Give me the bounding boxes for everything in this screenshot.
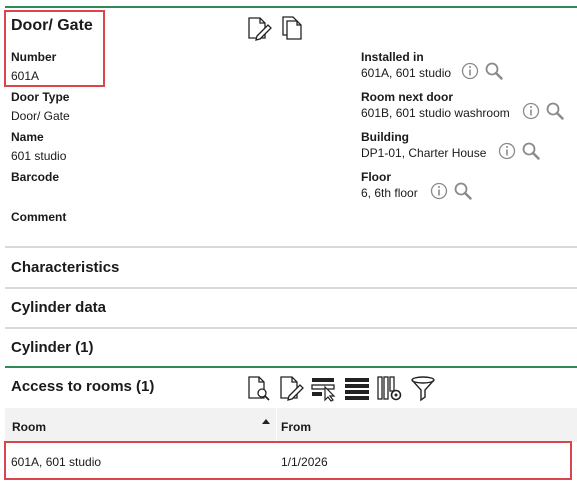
field-value-door-type: Door/ Gate [11,109,70,123]
column-header-from[interactable]: From [281,420,311,434]
list-view-icon[interactable] [344,374,370,402]
field-value-installed-in: 601A, 601 studio [361,66,452,80]
sort-ascending-icon[interactable] [261,412,271,430]
section-divider-green [5,366,577,368]
copy-icon[interactable] [281,15,303,41]
top-divider [5,6,577,8]
field-row-room-next-door: 601B, 601 studio washroom [361,102,564,125]
column-header-room[interactable]: Room [12,420,46,434]
section-characteristics[interactable]: Characteristics [11,259,119,276]
search-icon[interactable] [546,102,564,125]
divider [5,327,577,329]
field-row-installed-in: 601A, 601 studio [361,62,503,85]
field-label-building: Building [361,130,409,144]
field-value-room-next-door: 601B, 601 studio washroom [361,106,510,120]
divider [5,246,577,248]
field-value-building: DP1-01, Charter House [361,146,487,160]
field-value-name: 601 studio [11,149,67,163]
field-label-door-type: Door Type [11,90,70,104]
field-label-comment: Comment [11,210,67,224]
column-separator [276,408,277,442]
field-label-number: Number [11,50,57,64]
field-label-room-next-door: Room next door [361,90,453,104]
search-icon[interactable] [454,182,472,205]
select-row-icon[interactable] [310,374,338,402]
divider [5,287,577,289]
info-icon[interactable] [461,62,479,85]
field-label-installed-in: Installed in [361,50,424,64]
view-details-icon[interactable] [246,374,272,402]
access-toolbar [246,374,442,402]
field-label-name: Name [11,130,44,144]
info-icon[interactable] [430,182,448,205]
field-label-barcode: Barcode [11,170,60,184]
field-value-floor: 6, 6th floor [361,186,418,200]
section-cylinder-data[interactable]: Cylinder data [11,299,106,316]
field-row-floor: 6, 6th floor [361,182,472,205]
filter-icon[interactable] [410,374,436,402]
search-icon[interactable] [485,62,503,85]
highlight-box-row [4,441,572,480]
info-icon[interactable] [498,142,516,165]
column-settings-icon[interactable] [376,374,404,402]
section-access-to-rooms: Access to rooms (1) [11,378,155,395]
edit-icon[interactable] [246,15,272,41]
field-row-building: DP1-01, Charter House [361,142,541,165]
info-icon[interactable] [522,102,540,125]
field-label-floor: Floor [361,170,391,184]
field-value-number: 601A [11,69,40,83]
section-cylinder[interactable]: Cylinder (1) [11,339,94,356]
search-icon[interactable] [522,142,541,165]
edit-icon[interactable] [278,374,304,402]
